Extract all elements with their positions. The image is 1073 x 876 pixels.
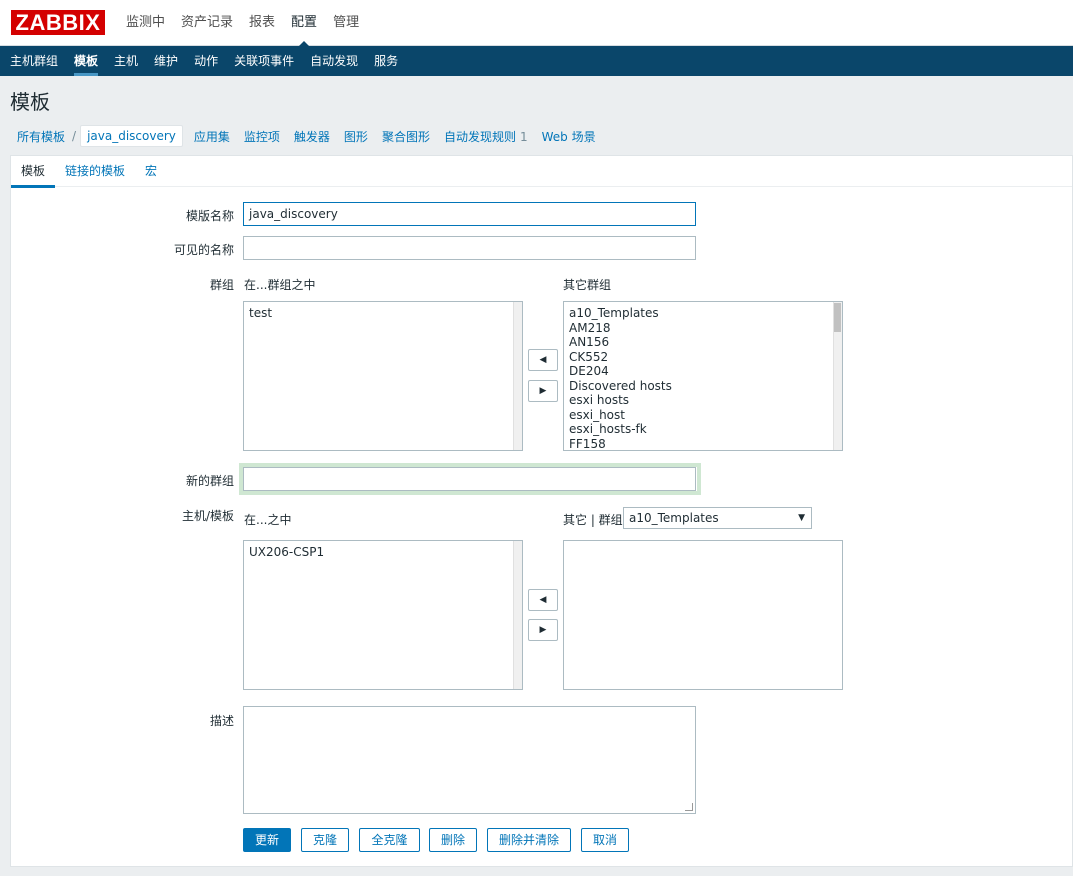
top-menu-monitoring[interactable]: 监测中 [118,0,173,46]
form-panel: 模板 链接的模板 宏 模版名称 java_discovery 可见的名称 群组 … [10,155,1073,867]
update-button[interactable]: 更新 [243,828,291,852]
list-item[interactable]: esxi hosts [564,393,842,408]
sub-menu: 主机群组 模板 主机 维护 动作 关联项事件 自动发现 服务 [0,46,1073,76]
zabbix-logo[interactable]: ZABBIX [11,10,105,35]
hosts-label: 主机/模板 [181,509,234,523]
sub-menu-templates[interactable]: 模板 [66,46,106,76]
nav-screens[interactable]: 聚合图形 [375,128,437,145]
sub-menu-hosts[interactable]: 主机 [106,46,146,76]
list-item[interactable]: esxi_hosts-fk [564,422,842,437]
tab-template[interactable]: 模板 [11,156,56,188]
delete-button[interactable]: 删除 [429,828,477,852]
list-item[interactable]: esxi_host [564,408,842,423]
resize-handle-icon[interactable] [685,803,693,811]
sub-menu-host-groups[interactable]: 主机群组 [2,46,66,76]
nav-applications[interactable]: 应用集 [187,128,237,145]
sub-menu-discovery[interactable]: 自动发现 [302,46,366,76]
tab-bar: 模板 链接的模板 宏 [11,156,1072,188]
sub-menu-correlation[interactable]: 关联项事件 [226,46,302,76]
other-hosts-group-select[interactable]: a10_Templates ▼ [623,507,812,529]
tab-linked-templates[interactable]: 链接的模板 [55,156,135,187]
breadcrumb: 所有模板 / java_discovery 应用集 监控项 触发器 图形 聚合图… [10,123,603,149]
other-groups-label: 其它群组 [563,278,612,292]
discovery-rules-count: 1 [519,129,528,144]
list-item[interactable]: CK552 [564,350,842,365]
in-hosts-label: 在...之中 [244,513,292,527]
breadcrumb-current-template[interactable]: java_discovery [80,125,183,147]
top-menu-administration[interactable]: 管理 [325,0,367,46]
list-item[interactable]: AN156 [564,335,842,350]
list-item[interactable]: Discovered hosts [564,379,842,394]
sub-menu-maintenance[interactable]: 维护 [146,46,186,76]
template-name-input[interactable]: java_discovery [243,202,696,226]
breadcrumb-all-templates[interactable]: 所有模板 [10,128,72,145]
new-group-input[interactable] [243,467,696,491]
nav-web-scenarios[interactable]: Web 场景 [535,128,603,145]
other-hosts-group-value: a10_Templates [629,511,719,525]
cancel-button[interactable]: 取消 [581,828,629,852]
list-item[interactable]: DE204 [564,364,842,379]
visible-name-input[interactable] [243,236,696,260]
list-item[interactable]: FF158 [564,437,842,451]
nav-triggers[interactable]: 触发器 [287,128,337,145]
scrollbar-thumb[interactable] [834,303,841,332]
in-hosts-scrollbar[interactable] [513,541,522,689]
full-clone-button[interactable]: 全克隆 [359,828,420,852]
top-menu-inventory[interactable]: 资产记录 [173,0,241,46]
top-menu: 监测中 资产记录 报表 配置 管理 [118,0,367,47]
description-label: 描述 [209,714,234,728]
other-hosts-label: 其它 | 群组 [563,513,623,527]
breadcrumb-separator: / [72,129,77,143]
other-groups-listbox[interactable]: a10_Templates AM218 AN156 CK552 DE204 Di… [563,301,843,451]
move-host-right-button[interactable]: ▶ [528,619,558,641]
delete-and-clear-button[interactable]: 删除并清除 [487,828,571,852]
nav-graphs[interactable]: 图形 [337,128,375,145]
visible-name-label: 可见的名称 [173,243,234,257]
other-groups-scrollbar[interactable] [833,302,842,450]
top-bar: ZABBIX 监测中 资产记录 报表 配置 管理 [0,0,1073,47]
move-group-right-button[interactable]: ▶ [528,380,558,402]
top-menu-configuration[interactable]: 配置 [283,0,325,47]
template-name-label: 模版名称 [185,209,234,223]
move-group-left-button[interactable]: ◀ [528,349,558,371]
in-hosts-listbox[interactable]: UX206-CSP1 [243,540,523,690]
new-group-label: 新的群组 [185,474,234,488]
sub-menu-actions[interactable]: 动作 [186,46,226,76]
nav-items[interactable]: 监控项 [237,128,287,145]
in-groups-listbox[interactable]: test [243,301,523,451]
other-hosts-listbox[interactable] [563,540,843,690]
move-host-left-button[interactable]: ◀ [528,589,558,611]
nav-discovery-rules[interactable]: 自动发现规则 1 [437,128,535,145]
top-menu-reports[interactable]: 报表 [241,0,283,46]
clone-button[interactable]: 克隆 [301,828,349,852]
list-item[interactable]: test [244,306,522,321]
list-item[interactable]: AM218 [564,321,842,336]
description-textarea[interactable] [243,706,696,814]
page-title: 模板 [10,90,50,114]
chevron-down-icon: ▼ [798,513,805,523]
in-groups-label: 在...群组之中 [244,278,316,292]
nav-discovery-rules-label: 自动发现规则 [443,129,516,144]
list-item[interactable]: a10_Templates [564,306,842,321]
list-item[interactable]: UX206-CSP1 [244,545,522,560]
sub-menu-services[interactable]: 服务 [366,46,406,76]
in-groups-scrollbar[interactable] [513,302,522,450]
tab-macros[interactable]: 宏 [135,156,167,187]
groups-label: 群组 [209,278,234,292]
